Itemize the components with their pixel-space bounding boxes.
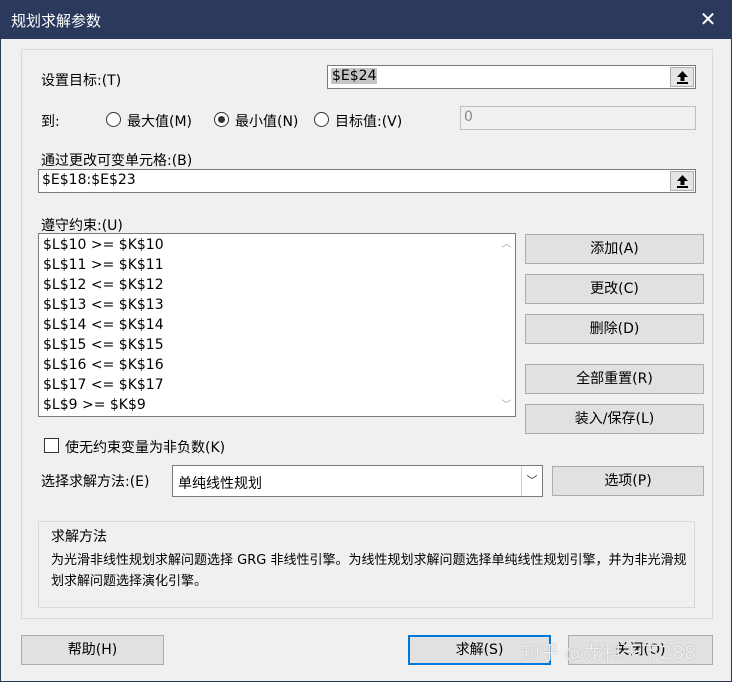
list-item[interactable]: $L$12 <= $K$12 [43,275,164,295]
radio-max[interactable] [106,112,121,127]
list-item[interactable]: $L$13 <= $K$13 [43,295,164,315]
load-save-button[interactable]: 装入/保存(L) [525,404,704,434]
radio-target-value-label[interactable]: 目标值:(V) [335,111,402,131]
nonneg-checkbox[interactable] [44,438,59,453]
method-select[interactable]: 单纯线性规划 ﹀ [172,465,543,497]
scroll-up-icon[interactable]: ︿ [498,236,515,253]
list-item[interactable]: $L$16 <= $K$16 [43,355,164,375]
radio-min-label[interactable]: 最小值(N) [235,111,298,131]
help-button[interactable]: 帮助(H) [21,635,164,665]
list-item[interactable]: $L$11 >= $K$11 [43,255,164,275]
list-item[interactable]: $L$15 <= $K$15 [43,335,164,355]
group-title: 求解方法 [51,529,107,545]
list-item[interactable]: $L$10 >= $K$10 [43,235,164,255]
radio-max-label[interactable]: 最大值(M) [127,111,192,131]
collapse-arrow-icon [677,71,688,84]
list-scrollbar[interactable]: ︿ ﹀ [498,234,515,416]
solving-method-group: 求解方法 为光滑非线性规划求解问题选择 GRG 非线性引擎。为线性规划求解问题选… [38,521,695,608]
objective-label: 设置目标:(T) [41,73,122,89]
scroll-down-icon[interactable]: ﹀ [498,397,515,414]
options-button[interactable]: 选项(P) [552,466,704,496]
dialog-title: 规划求解参数 [11,12,102,30]
solver-parameters-dialog: 规划求解参数 ✕ 设置目标:(T) $E$24 到: 最大值(M) 最小值(N)… [0,0,732,682]
objective-value: $E$24 [331,68,378,84]
close-icon[interactable]: ✕ [685,1,731,39]
target-value-text: 0 [464,109,473,125]
radio-selected-dot [218,116,225,123]
title-bar[interactable]: 规划求解参数 ✕ [1,1,731,39]
list-item[interactable]: $L$17 <= $K$17 [43,375,164,395]
objective-ref-button[interactable] [670,67,694,87]
chevron-down-icon[interactable]: ﹀ [521,466,542,496]
target-value-field[interactable]: 0 [460,106,696,130]
method-label: 选择求解方法:(E) [41,474,150,490]
nonneg-label[interactable]: 使无约束变量为非负数(K) [65,437,225,457]
to-label: 到: [41,114,60,130]
radio-min[interactable] [214,112,229,127]
change-constraint-button[interactable]: 更改(C) [525,274,704,304]
method-value: 单纯线性规划 [178,476,262,492]
list-item[interactable]: $L$9 >= $K$9 [43,395,146,415]
radio-target-value[interactable] [314,112,329,127]
constraints-label: 遵守约束:(U) [41,218,123,234]
add-constraint-button[interactable]: 添加(A) [525,234,704,264]
objective-field[interactable]: $E$24 [327,65,696,89]
group-description: 为光滑非线性规划求解问题选择 GRG 非线性引擎。为线性规划求解问题选择单纯线性… [51,553,687,589]
watermark: 知乎 @龙科天下288 [521,642,697,664]
variables-value: $E$18:$E$23 [42,172,136,188]
variables-label: 通过更改可变单元格:(B) [41,153,193,169]
list-item[interactable]: $L$14 <= $K$14 [43,315,164,335]
collapse-arrow-icon [677,175,688,188]
variables-ref-button[interactable] [670,171,694,191]
delete-constraint-button[interactable]: 删除(D) [525,314,704,344]
reset-all-button[interactable]: 全部重置(R) [525,364,704,394]
constraints-list[interactable]: $L$10 >= $K$10 $L$11 >= $K$11 $L$12 <= $… [38,233,516,417]
variables-field[interactable]: $E$18:$E$23 [38,169,696,193]
